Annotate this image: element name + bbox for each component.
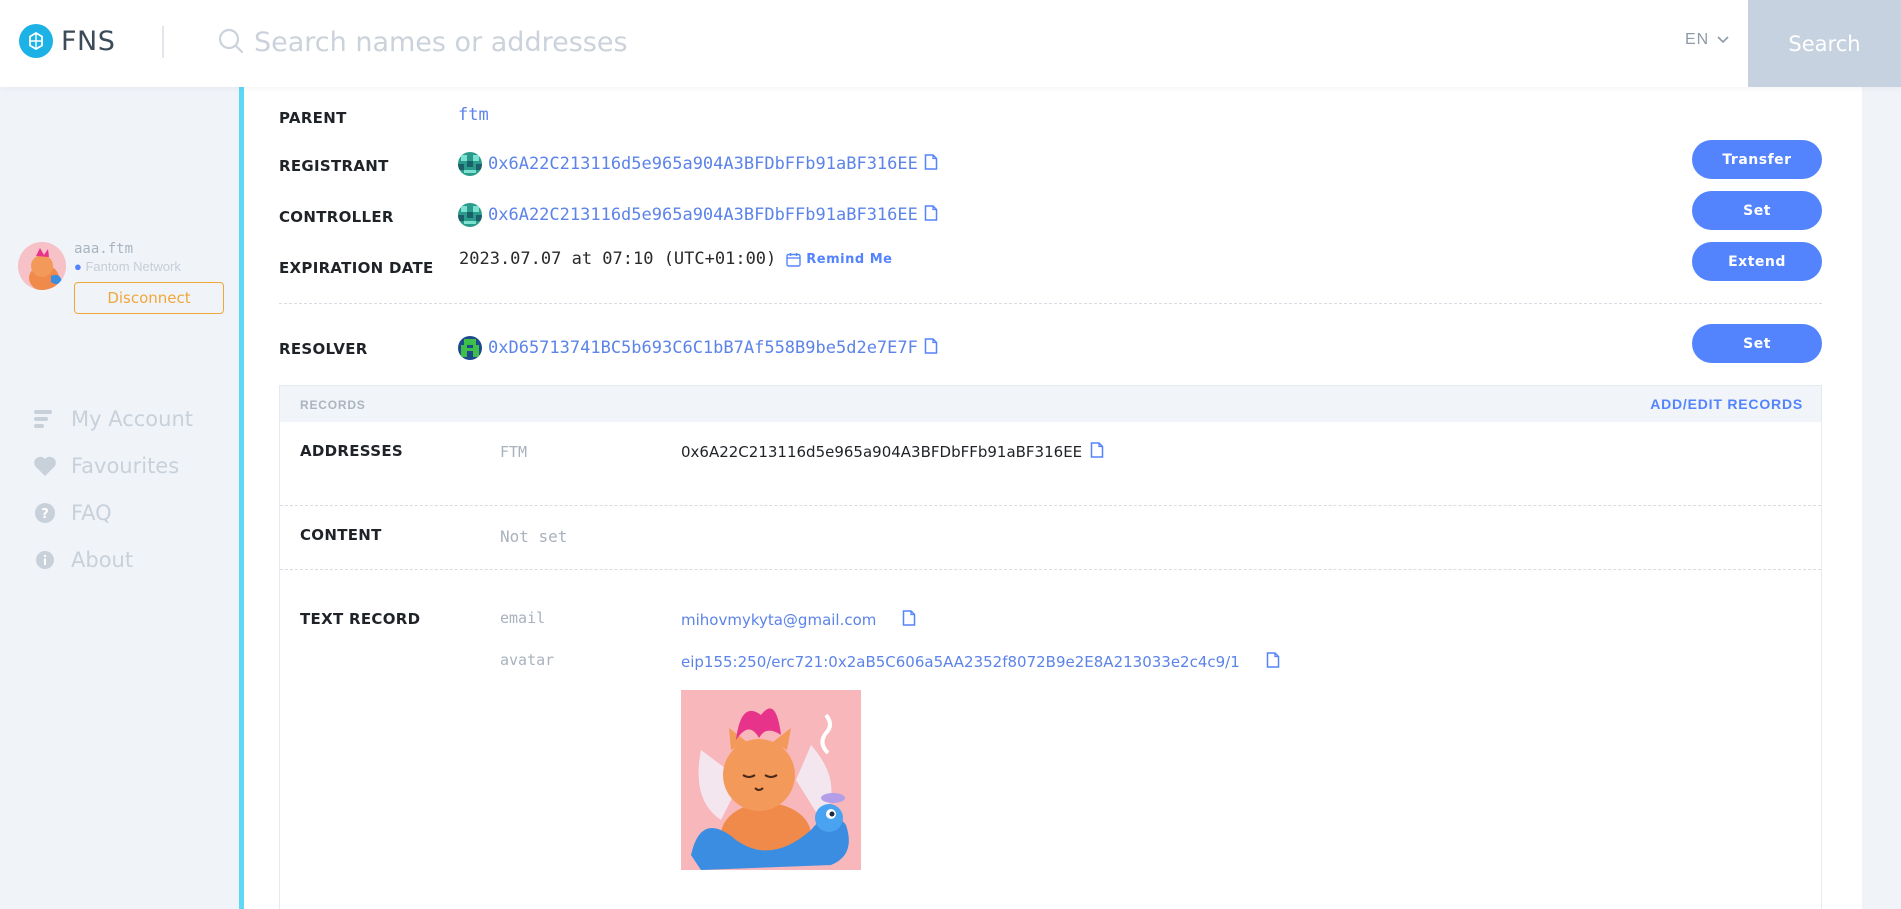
controller-identicon	[458, 203, 482, 227]
addresses-label: ADDRESSES	[300, 442, 403, 460]
network-status-dot-icon: ●	[74, 259, 82, 274]
language-selector[interactable]: EN	[1685, 31, 1729, 49]
set-resolver-button[interactable]: Set	[1692, 324, 1822, 363]
extend-button[interactable]: Extend	[1692, 242, 1822, 281]
account-network: ● Fantom Network	[74, 259, 181, 274]
records-header: RECORDS ADD/EDIT RECORDS	[280, 386, 1821, 422]
section-divider	[279, 303, 1822, 304]
sidebar-item-faq[interactable]: ? FAQ	[33, 489, 193, 536]
copy-icon[interactable]	[924, 204, 938, 226]
text-record-avatar: eip155:250/erc721:0x2aB5C606a5AA2352f807…	[681, 652, 1280, 672]
parent-label: PARENT	[279, 109, 347, 127]
registrant-label: REGISTRANT	[279, 157, 389, 175]
copy-icon[interactable]	[902, 610, 916, 630]
copy-icon[interactable]	[1090, 442, 1104, 462]
text-record-key-email: email	[500, 609, 546, 627]
text-record-email: mihovmykyta@gmail.com	[681, 610, 916, 630]
calendar-icon	[786, 252, 801, 267]
sidebar-item-label: My Account	[71, 406, 194, 431]
sidebar-item-about[interactable]: About	[33, 536, 193, 583]
copy-icon[interactable]	[924, 337, 938, 359]
text-record-label: TEXT RECORD	[300, 610, 421, 628]
avatar[interactable]	[18, 242, 66, 290]
sidebar-item-label: Favourites	[71, 453, 180, 478]
content-label: CONTENT	[300, 526, 382, 544]
copy-icon[interactable]	[1266, 652, 1280, 672]
fns-logo[interactable]: FNS	[19, 24, 115, 58]
resolver-identicon	[458, 336, 482, 360]
sidebar-item-label: About	[71, 547, 134, 572]
records-divider	[280, 569, 1821, 570]
email-record-value[interactable]: mihovmykyta@gmail.com	[681, 611, 876, 629]
controller-label: CONTROLLER	[279, 208, 394, 226]
remind-me-label: Remind Me	[806, 251, 893, 267]
info-icon	[33, 548, 57, 572]
fantom-logo-icon	[19, 24, 53, 58]
transfer-button[interactable]: Transfer	[1692, 140, 1822, 179]
sidebar-item-my-account[interactable]: My Account	[33, 395, 193, 442]
records-title: RECORDS	[300, 398, 366, 412]
address-record: 0x6A22C213116d5e965a904A3BFDbFFb91aBF316…	[681, 442, 1104, 462]
registrant-address-link[interactable]: 0x6A22C213116d5e965a904A3BFDbFFb91aBF316…	[488, 154, 918, 174]
account-name: aaa.ftm	[74, 241, 134, 257]
add-edit-records-button[interactable]: ADD/EDIT RECORDS	[1650, 396, 1803, 412]
sidebar-nav: My Account Favourites ? FAQ About	[33, 395, 193, 583]
question-icon: ?	[33, 501, 57, 525]
disconnect-button[interactable]: Disconnect	[74, 282, 224, 314]
heart-icon	[33, 454, 57, 478]
header-divider	[162, 26, 164, 58]
content-value: Not set	[500, 527, 568, 546]
resolver-label: RESOLVER	[279, 340, 368, 358]
set-controller-button[interactable]: Set	[1692, 191, 1822, 230]
expiration-row: 2023.07.07 at 07:10 (UTC+01:00) Remind M…	[459, 249, 892, 269]
sidebar-item-label: FAQ	[71, 500, 112, 525]
registrant-identicon	[458, 152, 482, 176]
address-record-value: 0x6A22C213116d5e965a904A3BFDbFFb91aBF316…	[681, 443, 1083, 461]
search-icon	[217, 27, 245, 60]
language-label: EN	[1685, 31, 1710, 48]
resolver-address-link[interactable]: 0xD65713741BC5b693C6C1bB7Af558B9be5d2e7E…	[488, 338, 918, 358]
search-button[interactable]: Search	[1748, 0, 1901, 87]
logo-text: FNS	[61, 25, 116, 57]
copy-icon[interactable]	[924, 153, 938, 175]
expiration-date: 2023.07.07 at 07:10 (UTC+01:00)	[459, 249, 777, 269]
remind-me-button[interactable]: Remind Me	[786, 252, 892, 267]
registrant-row: 0x6A22C213116d5e965a904A3BFDbFFb91aBF316…	[458, 152, 938, 176]
controller-address-link[interactable]: 0x6A22C213116d5e965a904A3BFDbFFb91aBF316…	[488, 205, 918, 225]
text-record-key-avatar: avatar	[500, 651, 555, 669]
records-divider	[280, 505, 1821, 506]
resolver-row: 0xD65713741BC5b693C6C1bB7Af558B9be5d2e7E…	[458, 336, 938, 360]
chevron-down-icon	[1717, 36, 1729, 44]
sidebar-item-favourites[interactable]: Favourites	[33, 442, 193, 489]
address-coin-key: FTM	[500, 443, 528, 461]
svg-text:?: ?	[41, 507, 49, 522]
parent-link[interactable]: ftm	[458, 105, 489, 125]
avatar-record-value[interactable]: eip155:250/erc721:0x2aB5C606a5AA2352f807…	[681, 653, 1240, 671]
parent-row: ftm	[458, 105, 489, 125]
network-name: Fantom Network	[85, 259, 181, 274]
avatar-nft-image	[681, 690, 861, 870]
expiration-label: EXPIRATION DATE	[279, 259, 434, 277]
list-icon	[33, 407, 57, 431]
search-input[interactable]	[254, 20, 1654, 64]
top-header: FNS EN Search	[0, 0, 1901, 87]
controller-row: 0x6A22C213116d5e965a904A3BFDbFFb91aBF316…	[458, 203, 938, 227]
records-panel: RECORDS ADD/EDIT RECORDS ADDRESSES FTM 0…	[279, 385, 1822, 909]
